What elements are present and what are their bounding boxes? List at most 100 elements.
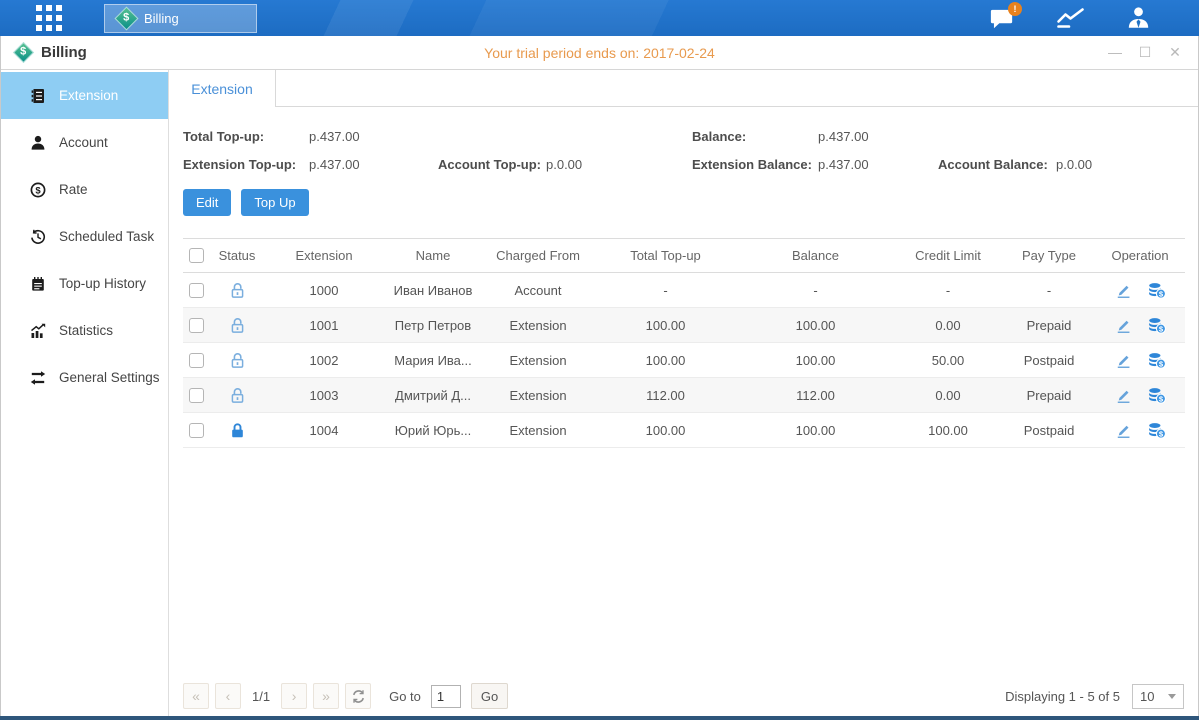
ledger-icon xyxy=(30,88,46,104)
select-all-checkbox[interactable] xyxy=(189,248,204,263)
table-row[interactable]: 1001 Петр Петров Extension 100.00 100.00… xyxy=(183,308,1185,343)
balance-cell: 100.00 xyxy=(738,343,893,378)
top-up-row-icon[interactable]: $ xyxy=(1147,352,1166,369)
total-topup-cell: 100.00 xyxy=(593,308,738,343)
account-topup-stat: Account Top-up:p.0.00 xyxy=(438,157,692,172)
sidebar: Extension Account $ Rate xyxy=(1,70,169,716)
swap-arrows-icon xyxy=(30,370,46,386)
next-page-button[interactable]: › xyxy=(281,683,307,709)
name-cell: Мария Ива... xyxy=(383,343,483,378)
extension-cell: 1004 xyxy=(265,413,383,448)
maximize-icon[interactable]: ☐ xyxy=(1137,44,1153,61)
resource-monitor-icon[interactable] xyxy=(1055,6,1086,30)
edit-row-icon[interactable] xyxy=(1115,282,1132,299)
charged-from-cell: Extension xyxy=(483,308,593,343)
svg-text:$: $ xyxy=(1158,324,1163,333)
name-cell: Дмитрий Д... xyxy=(383,378,483,413)
edit-button[interactable]: Edit xyxy=(183,189,231,216)
edit-row-icon[interactable] xyxy=(1115,352,1132,369)
charged-from-cell: Extension xyxy=(483,413,593,448)
minimize-icon[interactable]: — xyxy=(1107,44,1123,61)
top-up-row-icon[interactable]: $ xyxy=(1147,317,1166,334)
svg-text:$: $ xyxy=(1158,394,1163,403)
page-size-select[interactable]: 10 xyxy=(1132,684,1184,709)
person-icon xyxy=(30,135,46,151)
taskbar-item-billing[interactable]: $ Billing xyxy=(104,4,257,33)
chevron-down-icon xyxy=(1168,694,1176,699)
credit-limit-cell: - xyxy=(893,273,1003,308)
svg-text:$: $ xyxy=(1158,429,1163,438)
sidebar-item-topup-history[interactable]: Top-up History xyxy=(1,260,168,307)
first-page-button[interactable]: « xyxy=(183,683,209,709)
row-checkbox[interactable] xyxy=(189,423,204,438)
close-icon[interactable]: ✕ xyxy=(1167,44,1183,61)
sidebar-item-scheduled-task[interactable]: Scheduled Task xyxy=(1,213,168,260)
sidebar-item-general-settings[interactable]: General Settings xyxy=(1,354,168,401)
edit-row-icon[interactable] xyxy=(1115,387,1132,404)
system-topbar: $ Billing ! xyxy=(0,0,1199,36)
sidebar-item-label: Rate xyxy=(59,182,88,197)
locked-icon xyxy=(229,422,246,439)
taskbar-item-label: Billing xyxy=(144,11,179,26)
row-checkbox[interactable] xyxy=(189,353,204,368)
table-row[interactable]: 1002 Мария Ива... Extension 100.00 100.0… xyxy=(183,343,1185,378)
sidebar-item-rate[interactable]: $ Rate xyxy=(1,166,168,213)
total-topup-cell: 100.00 xyxy=(593,343,738,378)
sidebar-item-label: Extension xyxy=(59,88,118,103)
status-cell xyxy=(209,273,265,308)
bar-chart-icon xyxy=(30,323,46,339)
svg-text:$: $ xyxy=(35,185,41,196)
sidebar-item-extension[interactable]: Extension xyxy=(1,72,168,119)
sidebar-item-statistics[interactable]: Statistics xyxy=(1,307,168,354)
sidebar-item-account[interactable]: Account xyxy=(1,119,168,166)
total-topup-cell: 100.00 xyxy=(593,413,738,448)
total-topup-cell: 112.00 xyxy=(593,378,738,413)
edit-row-icon[interactable] xyxy=(1115,317,1132,334)
pay-type-cell: Postpaid xyxy=(1003,343,1095,378)
sidebar-item-label: Statistics xyxy=(59,323,113,338)
goto-page-input[interactable] xyxy=(431,685,461,708)
extension-cell: 1000 xyxy=(265,273,383,308)
col-credit-limit: Credit Limit xyxy=(893,239,1003,273)
table-row[interactable]: 1000 Иван Иванов Account - - - - $ xyxy=(183,273,1185,308)
window-titlebar: $ Billing Your trial period ends on: 201… xyxy=(1,36,1198,70)
top-up-row-icon[interactable]: $ xyxy=(1147,387,1166,404)
table-row[interactable]: 1004 Юрий Юрь... Extension 100.00 100.00… xyxy=(183,413,1185,448)
go-button[interactable]: Go xyxy=(471,683,508,709)
col-status: Status xyxy=(209,239,265,273)
displaying-text: Displaying 1 - 5 of 5 xyxy=(1005,689,1120,704)
credit-limit-cell: 100.00 xyxy=(893,413,1003,448)
extension-cell: 1001 xyxy=(265,308,383,343)
last-page-button[interactable]: » xyxy=(313,683,339,709)
status-cell xyxy=(209,413,265,448)
app-launcher-icon[interactable] xyxy=(36,5,62,31)
top-up-row-icon[interactable]: $ xyxy=(1147,282,1166,299)
unlocked-icon xyxy=(229,317,246,334)
top-up-row-icon[interactable]: $ xyxy=(1147,422,1166,439)
row-checkbox[interactable] xyxy=(189,318,204,333)
sidebar-item-label: General Settings xyxy=(59,370,160,385)
pay-type-cell: Prepaid xyxy=(1003,308,1095,343)
refresh-button[interactable] xyxy=(345,683,371,709)
messages-icon[interactable]: ! xyxy=(989,7,1015,30)
edit-row-icon[interactable] xyxy=(1115,422,1132,439)
tab-label: Extension xyxy=(191,81,252,97)
unlocked-icon xyxy=(229,282,246,299)
charged-from-cell: Account xyxy=(483,273,593,308)
user-account-icon[interactable] xyxy=(1126,6,1151,30)
pay-type-cell: - xyxy=(1003,273,1095,308)
col-extension: Extension xyxy=(265,239,383,273)
tab-extension[interactable]: Extension xyxy=(169,70,276,107)
top-up-button[interactable]: Top Up xyxy=(241,189,308,216)
refresh-icon xyxy=(351,689,366,704)
prev-page-button[interactable]: ‹ xyxy=(215,683,241,709)
table-row[interactable]: 1003 Дмитрий Д... Extension 112.00 112.0… xyxy=(183,378,1185,413)
balance-summary: Total Top-up:p.437.00 Balance:p.437.00 E… xyxy=(183,129,1184,172)
row-checkbox[interactable] xyxy=(189,283,204,298)
extension-cell: 1003 xyxy=(265,378,383,413)
row-checkbox[interactable] xyxy=(189,388,204,403)
page-indicator: 1/1 xyxy=(252,689,270,704)
balance-stat: Balance:p.437.00 xyxy=(692,129,938,144)
goto-label: Go to xyxy=(389,689,421,704)
notification-badge: ! xyxy=(1008,2,1022,16)
